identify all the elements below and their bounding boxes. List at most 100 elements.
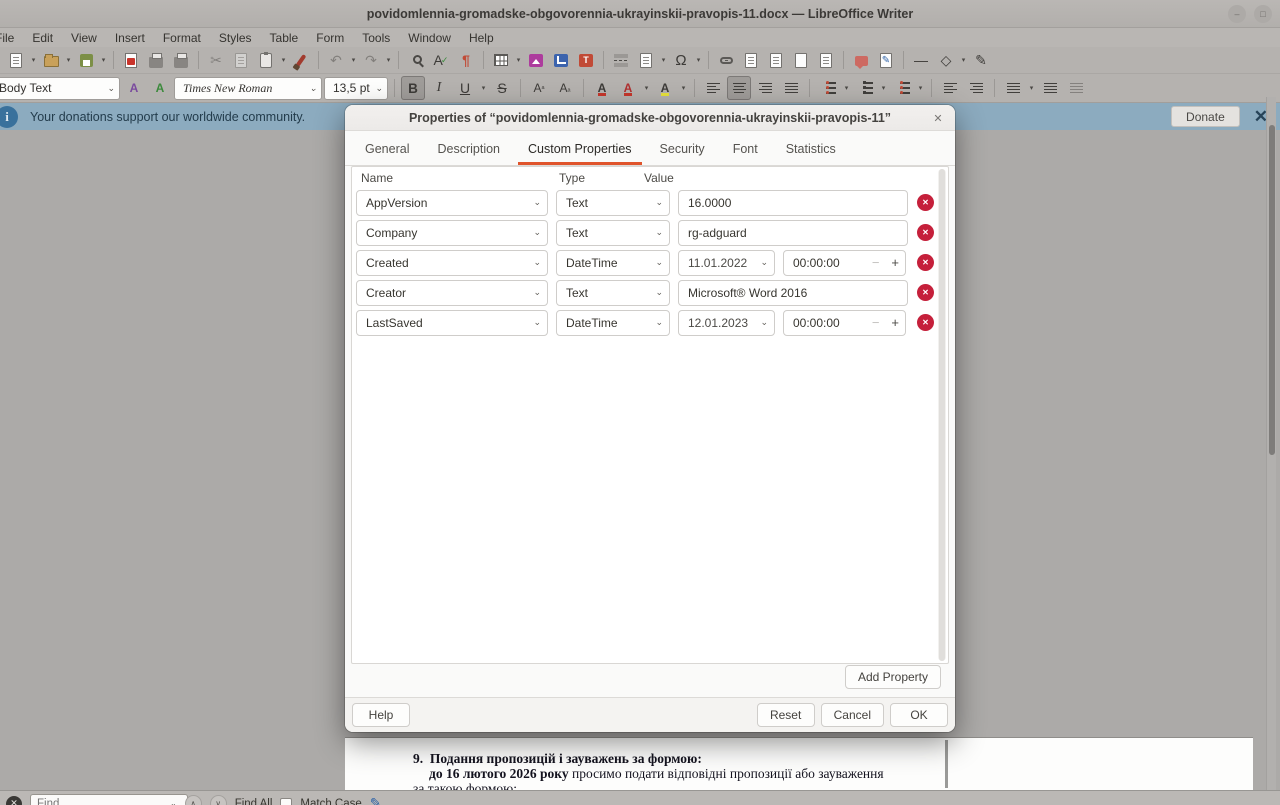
special-character-button[interactable]: Ω	[669, 48, 693, 72]
font-color-dropdown[interactable]: ▾	[642, 84, 651, 92]
increase-indent-button[interactable]	[938, 76, 962, 100]
property-value-input[interactable]: 16.0000	[678, 190, 908, 216]
menu-help[interactable]: Help	[460, 30, 503, 46]
dialog-titlebar[interactable]: Properties of “povidomlennia-gromadske-o…	[345, 105, 955, 131]
endnote-button[interactable]	[764, 48, 788, 72]
insert-field-button[interactable]	[634, 48, 658, 72]
undo-dropdown[interactable]: ▾	[349, 56, 358, 64]
menu-view[interactable]: View	[62, 30, 106, 46]
freeform-line-button[interactable]: ✎	[969, 48, 993, 72]
bookmark-button[interactable]	[789, 48, 813, 72]
time-increment-button[interactable]: +	[891, 255, 899, 270]
italic-button[interactable]: I	[427, 76, 451, 100]
update-style-button[interactable]: A	[122, 76, 146, 100]
time-decrement-button[interactable]: −	[872, 255, 880, 270]
insert-chart-button[interactable]	[549, 48, 573, 72]
special-character-dropdown[interactable]: ▾	[694, 56, 703, 64]
line-spacing-button[interactable]	[1001, 76, 1025, 100]
increase-paragraph-spacing-button[interactable]	[1038, 76, 1062, 100]
redo-dropdown[interactable]: ▾	[384, 56, 393, 64]
property-time-spinner[interactable]: 00:00:00 − +	[783, 310, 906, 336]
find-all-label[interactable]: Find All	[235, 798, 273, 805]
paste-button[interactable]	[254, 48, 278, 72]
time-decrement-button[interactable]: −	[872, 315, 880, 330]
open-dropdown[interactable]: ▾	[64, 56, 73, 64]
track-changes-button[interactable]: ✎	[874, 48, 898, 72]
find-replace-button[interactable]	[404, 48, 428, 72]
vertical-scrollbar-thumb[interactable]	[1269, 125, 1275, 455]
open-button[interactable]	[39, 48, 63, 72]
help-button[interactable]: Help	[352, 703, 410, 727]
menu-format[interactable]: Format	[154, 30, 210, 46]
property-type-dropdown[interactable]: Text ⌄	[556, 280, 670, 306]
ordered-list-button[interactable]	[853, 76, 877, 100]
subscript-button[interactable]: Aₐ	[553, 76, 577, 100]
basic-shapes-dropdown[interactable]: ▾	[959, 56, 968, 64]
spelling-button[interactable]: A✓	[429, 48, 453, 72]
insert-comment-button[interactable]	[849, 48, 873, 72]
menu-form[interactable]: Form	[307, 30, 353, 46]
undo-button[interactable]: ↶	[324, 48, 348, 72]
justify-button[interactable]	[779, 76, 803, 100]
cut-button[interactable]: ✂	[204, 48, 228, 72]
ordered-list-dropdown[interactable]: ▾	[879, 84, 888, 92]
property-value-input[interactable]: Microsoft® Word 2016	[678, 280, 908, 306]
vertical-scrollbar[interactable]	[1266, 97, 1276, 805]
table-scrollbar-thumb[interactable]	[939, 169, 945, 661]
reset-button[interactable]: Reset	[757, 703, 815, 727]
tab-security[interactable]: Security	[646, 134, 719, 165]
remove-property-button[interactable]: ✕	[917, 284, 934, 301]
new-style-button[interactable]: A	[148, 76, 172, 100]
maximize-button[interactable]: □	[1254, 5, 1272, 23]
find-and-replace-icon[interactable]: ✎	[370, 795, 382, 805]
insert-textbox-button[interactable]: T	[574, 48, 598, 72]
insert-table-button[interactable]	[489, 48, 513, 72]
cross-reference-button[interactable]	[814, 48, 838, 72]
unordered-list-dropdown[interactable]: ▾	[842, 84, 851, 92]
property-type-dropdown[interactable]: Text ⌄	[556, 190, 670, 216]
property-name-combobox[interactable]: Created ⌄	[356, 250, 548, 276]
find-history-dropdown[interactable]: ⌄	[170, 799, 177, 805]
property-date-picker[interactable]: 11.01.2022 ⌄	[678, 250, 775, 276]
menu-table[interactable]: Table	[261, 30, 308, 46]
underline-dropdown[interactable]: ▾	[479, 84, 488, 92]
ok-button[interactable]: OK	[890, 703, 948, 727]
property-type-dropdown[interactable]: DateTime ⌄	[556, 310, 670, 336]
insert-line-button[interactable]: —	[909, 48, 933, 72]
character-color-button[interactable]: A	[590, 76, 614, 100]
basic-shapes-button[interactable]: ◇	[934, 48, 958, 72]
save-button[interactable]	[74, 48, 98, 72]
menu-styles[interactable]: Styles	[210, 30, 261, 46]
paste-dropdown[interactable]: ▾	[279, 56, 288, 64]
underline-button[interactable]: U	[453, 76, 477, 100]
tab-statistics[interactable]: Statistics	[772, 134, 850, 165]
strikethrough-button[interactable]: S	[490, 76, 514, 100]
menu-window[interactable]: Window	[399, 30, 460, 46]
print-button[interactable]	[144, 48, 168, 72]
new-document-button[interactable]	[4, 48, 28, 72]
tab-font[interactable]: Font	[719, 134, 772, 165]
tab-custom-properties[interactable]: Custom Properties	[514, 134, 646, 165]
remove-property-button[interactable]: ✕	[917, 224, 934, 241]
menu-file[interactable]: File	[0, 30, 23, 46]
remove-property-button[interactable]: ✕	[917, 194, 934, 211]
insert-table-dropdown[interactable]: ▾	[514, 56, 523, 64]
align-center-button[interactable]	[727, 76, 751, 100]
line-spacing-dropdown[interactable]: ▾	[1027, 84, 1036, 92]
dialog-close-icon[interactable]: ✕	[929, 109, 947, 127]
outline-list-dropdown[interactable]: ▾	[916, 84, 925, 92]
cancel-button[interactable]: Cancel	[821, 703, 884, 727]
font-name-combobox[interactable]: Times New Roman ⌄	[174, 77, 322, 100]
find-previous-button[interactable]: ∧	[185, 795, 202, 805]
print-preview-button[interactable]	[169, 48, 193, 72]
new-document-dropdown[interactable]: ▾	[29, 56, 38, 64]
decrease-indent-button[interactable]	[964, 76, 988, 100]
decrease-paragraph-spacing-button[interactable]	[1064, 76, 1088, 100]
highlight-color-dropdown[interactable]: ▾	[679, 84, 688, 92]
footnote-button[interactable]	[739, 48, 763, 72]
match-case-checkbox[interactable]	[280, 798, 292, 805]
remove-property-button[interactable]: ✕	[917, 254, 934, 271]
redo-button[interactable]: ↷	[359, 48, 383, 72]
outline-list-button[interactable]	[890, 76, 914, 100]
align-left-button[interactable]	[701, 76, 725, 100]
